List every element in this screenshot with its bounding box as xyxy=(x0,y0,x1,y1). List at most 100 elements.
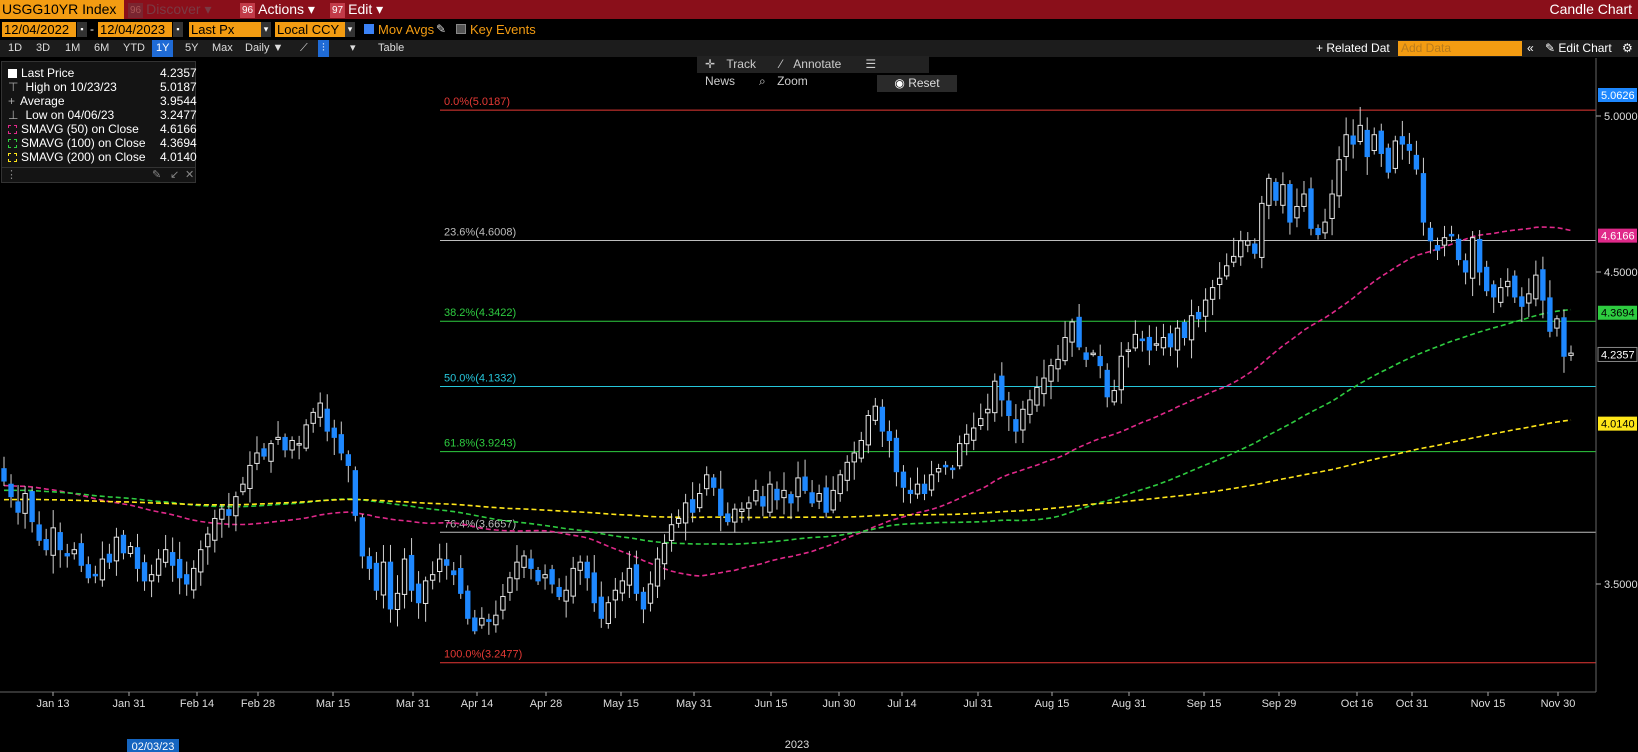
candle-body xyxy=(43,539,49,551)
candle-body xyxy=(1209,287,1216,300)
candle-body xyxy=(1090,352,1096,356)
candle-body xyxy=(205,533,211,548)
candle-body xyxy=(661,542,668,565)
x-tick-label: Nov 15 xyxy=(1471,698,1506,710)
moving-averages xyxy=(3,226,1572,577)
candle-body xyxy=(1455,238,1462,261)
close-icon[interactable]: ✕ xyxy=(185,168,194,181)
fib-label: 100.0%(3.2477) xyxy=(444,649,522,661)
candle-body xyxy=(1224,265,1230,277)
candle-body xyxy=(162,549,169,563)
candle-body xyxy=(451,570,457,576)
legend-sma50: SMAVG (50) on Close 4.6166 xyxy=(8,123,197,136)
candle-body xyxy=(275,436,281,440)
candle-body xyxy=(753,489,759,502)
low-marker-icon: ⊥ xyxy=(8,108,19,122)
candle-body xyxy=(921,483,928,495)
candle-body xyxy=(212,517,218,541)
candle-chart[interactable]: 0.0%(5.0187) 23.6%(4.6008) 38.2%(4.3422) 50… xyxy=(0,0,1638,752)
candle-body xyxy=(809,492,815,504)
candle-body xyxy=(1,468,7,482)
fib-label: 23.6%(4.6008) xyxy=(444,227,516,239)
candle-body xyxy=(99,558,106,581)
x-tick-label: Mar 31 xyxy=(396,698,430,710)
candle-body xyxy=(1427,227,1434,242)
sma50-line xyxy=(3,226,1572,577)
square-icon xyxy=(8,69,17,78)
zoom-button[interactable]: ⌕ Zoom xyxy=(759,74,816,88)
x-tick-label: Nov 30 xyxy=(1541,698,1576,710)
candle-body xyxy=(1329,193,1335,219)
x-tick-label: Jan 13 xyxy=(36,698,69,710)
x-tick-label: Jan 31 xyxy=(112,698,145,710)
candle-body xyxy=(802,476,808,491)
candle-body xyxy=(795,477,801,498)
candle-body xyxy=(1111,390,1117,403)
candle-body xyxy=(226,509,232,516)
candle-body xyxy=(1104,369,1110,398)
candle-body xyxy=(352,470,359,516)
candle-body xyxy=(500,595,506,611)
candle-body xyxy=(198,549,204,573)
collapse-icon[interactable]: ↙ xyxy=(170,168,179,181)
candle-body xyxy=(1153,343,1160,346)
reset-button[interactable]: ◉ Reset xyxy=(877,75,957,92)
candle-body xyxy=(1188,315,1195,341)
candle-body xyxy=(1076,316,1082,348)
candle-body xyxy=(1336,159,1342,197)
pin-icon[interactable]: ✎ xyxy=(152,168,161,181)
candle-body xyxy=(1378,130,1384,154)
candle-body xyxy=(1174,327,1181,351)
candle-body xyxy=(240,483,246,493)
candle-body xyxy=(296,443,302,446)
x-tick-label: May 31 xyxy=(676,698,712,710)
candle-body xyxy=(886,431,893,441)
candle-body xyxy=(739,508,745,513)
candle-body xyxy=(1413,154,1420,170)
candle-body xyxy=(1259,202,1265,258)
candle-body xyxy=(1252,243,1258,254)
candle-body xyxy=(233,496,239,517)
candle-body xyxy=(598,596,604,619)
sma100-line xyxy=(4,308,1572,546)
legend-menu-icon[interactable]: ⋮ xyxy=(6,168,17,181)
candle-body xyxy=(1301,193,1307,207)
candle-body xyxy=(338,434,344,454)
x-year-label: 2023 xyxy=(785,739,809,751)
candle-body xyxy=(1097,356,1103,367)
candle-body xyxy=(1554,318,1560,329)
candle-body xyxy=(999,375,1005,401)
candle-body xyxy=(1462,260,1469,273)
candle-body xyxy=(169,552,176,566)
candle-body xyxy=(148,574,155,582)
candle-body xyxy=(127,546,134,554)
candle-body xyxy=(985,408,991,414)
candle-body xyxy=(914,483,921,495)
annotate-button[interactable]: ⁄ Annotate xyxy=(780,57,849,71)
candle-body xyxy=(1280,184,1286,206)
candle-body xyxy=(746,502,752,509)
candle-body xyxy=(830,489,836,511)
candle-body xyxy=(71,549,77,555)
candle-body xyxy=(844,461,850,481)
candle-body xyxy=(837,474,843,495)
candle-body xyxy=(134,547,141,569)
candle-body xyxy=(1181,322,1188,339)
candle-body xyxy=(1512,275,1518,298)
candle-body xyxy=(992,380,998,414)
candle-body xyxy=(1083,352,1089,360)
candle-body xyxy=(767,483,773,513)
candle-body xyxy=(612,589,619,601)
candle-body xyxy=(907,489,914,495)
candle-body xyxy=(247,464,253,489)
candle-body xyxy=(1315,228,1321,236)
candle-body xyxy=(472,617,478,632)
candle-body xyxy=(774,488,780,501)
chart-legend: Last Price 4.2357 ⊤ High on 10/23/23 5.0187… xyxy=(1,61,197,183)
candle-body xyxy=(1020,408,1026,431)
average-marker-icon: + xyxy=(8,94,16,108)
candle-body xyxy=(1547,297,1553,332)
candle-body xyxy=(704,474,710,490)
candle-body xyxy=(1195,311,1202,320)
track-button[interactable]: ✛ Track xyxy=(705,57,764,71)
